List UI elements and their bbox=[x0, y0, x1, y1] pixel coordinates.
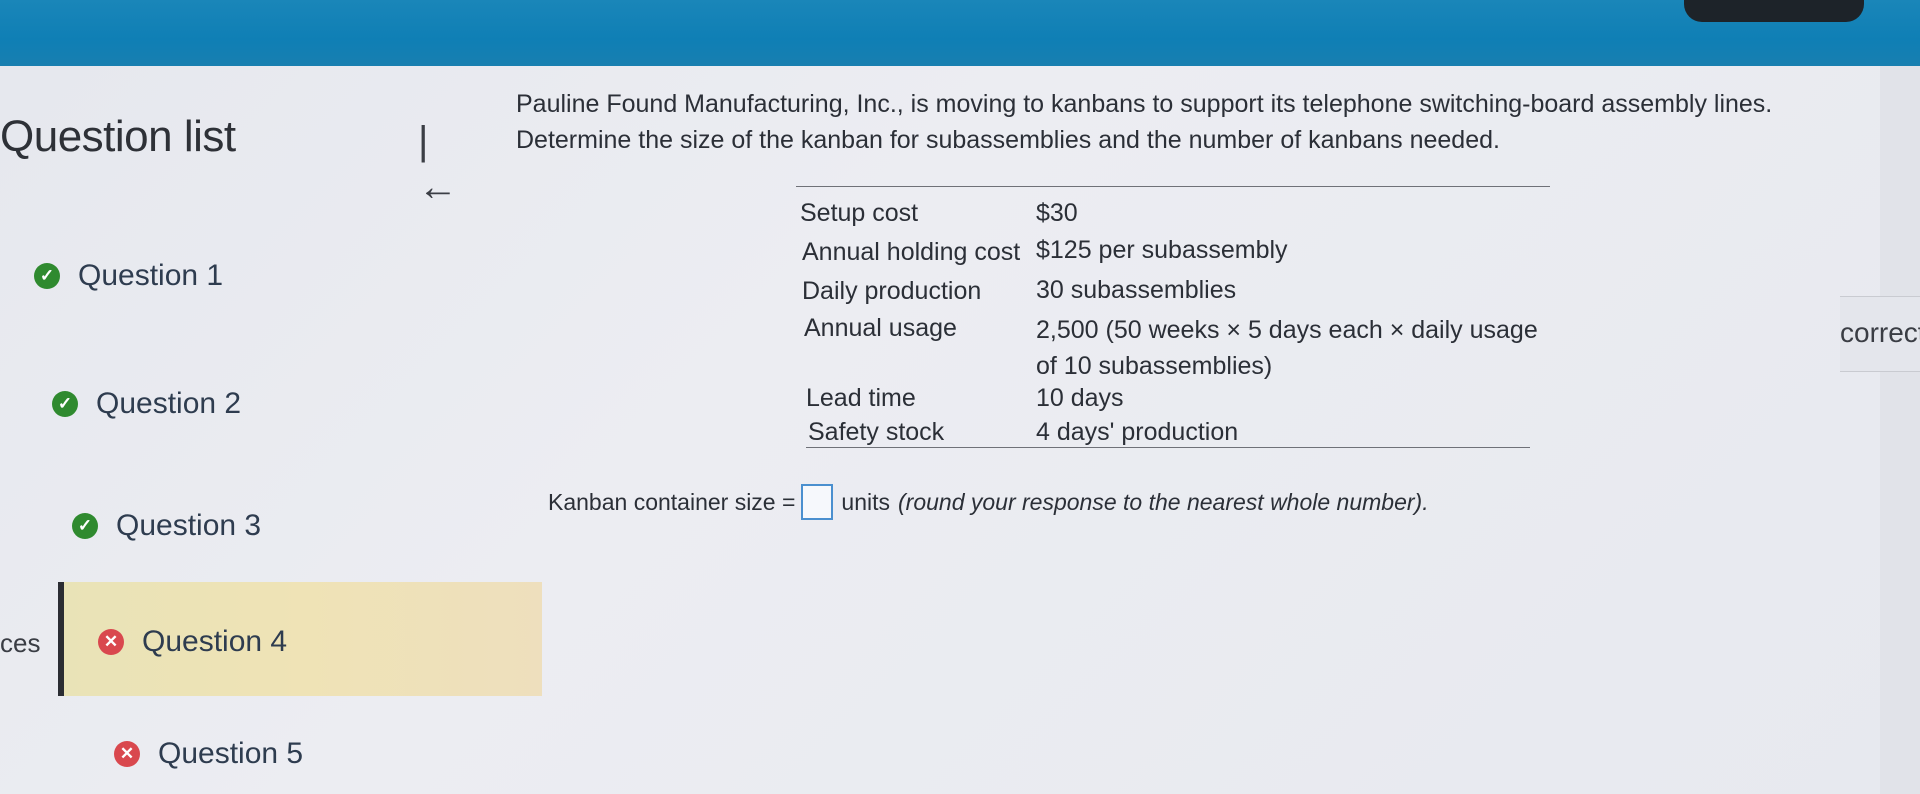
table-value-safety-stock: 4 days' production bbox=[1036, 418, 1239, 446]
check-circle-icon: ✓ bbox=[34, 263, 60, 289]
table-label-lead-time: Lead time bbox=[806, 384, 916, 412]
collapse-sidebar-button[interactable]: |← bbox=[418, 118, 468, 209]
answer-unit: units bbox=[841, 488, 891, 515]
table-value-holding-cost: $125 per subassembly bbox=[1036, 236, 1288, 264]
right-edge-status: correct bbox=[1840, 296, 1920, 372]
kanban-answer-line: Kanban container size = units (round you… bbox=[548, 484, 1429, 520]
annual-usage-line-1: 2,500 (50 weeks × 5 days each × daily us… bbox=[1036, 316, 1538, 344]
sidebar-item-question-3[interactable]: ✓ Question 3 bbox=[72, 506, 261, 546]
question-label: Question 1 bbox=[78, 259, 224, 292]
x-circle-icon: ✕ bbox=[98, 629, 124, 655]
x-circle-icon: ✕ bbox=[114, 741, 140, 767]
annual-usage-line-2: of 10 subassemblies) bbox=[1036, 352, 1273, 380]
table-label-holding-cost: Annual holding cost bbox=[802, 238, 1021, 266]
prompt-line-2: Determine the size of the kanban for sub… bbox=[516, 126, 1500, 154]
table-bottom-rule bbox=[806, 447, 1530, 448]
sidebar-item-question-2[interactable]: ✓ Question 2 bbox=[52, 384, 241, 424]
answer-note: (round your response to the nearest whol… bbox=[898, 488, 1429, 515]
table-top-rule bbox=[796, 186, 1550, 187]
question-label: Question 4 bbox=[142, 625, 288, 658]
table-value-daily-production: 30 subassemblies bbox=[1036, 276, 1237, 304]
answer-prefix: Kanban container size = bbox=[548, 488, 796, 515]
table-label-safety-stock: Safety stock bbox=[808, 418, 945, 446]
question-label: Question 2 bbox=[96, 387, 242, 420]
table-value-annual-usage: 2,500 (50 weeks × 5 days each × daily us… bbox=[1036, 312, 1538, 384]
check-circle-icon: ✓ bbox=[52, 391, 78, 417]
sidebar-item-question-4[interactable]: ✕ Question 4 bbox=[98, 622, 287, 662]
table-value-setup-cost: $30 bbox=[1036, 199, 1078, 227]
kanban-size-input[interactable] bbox=[801, 484, 834, 520]
right-panel-edge bbox=[1880, 66, 1920, 794]
table-label-setup-cost: Setup cost bbox=[800, 199, 919, 227]
partial-left-text: ces bbox=[0, 628, 41, 658]
collapse-left-icon: |← bbox=[418, 119, 458, 209]
table-value-lead-time: 10 days bbox=[1036, 384, 1124, 412]
top-header-bar bbox=[0, 0, 1920, 66]
question-label: Question 5 bbox=[158, 737, 304, 770]
question-label: Question 3 bbox=[116, 509, 262, 542]
question-list-title: Question list bbox=[0, 112, 236, 161]
table-label-daily-production: Daily production bbox=[802, 277, 982, 305]
sidebar-item-question-1[interactable]: ✓ Question 1 bbox=[34, 256, 223, 296]
problem-prompt: Pauline Found Manufacturing, Inc., is mo… bbox=[516, 86, 1816, 158]
check-circle-icon: ✓ bbox=[72, 513, 98, 539]
right-edge-status-text: correct bbox=[1840, 317, 1920, 348]
header-control[interactable] bbox=[1684, 0, 1864, 22]
table-label-annual-usage: Annual usage bbox=[804, 314, 957, 342]
prompt-line-1: Pauline Found Manufacturing, Inc., is mo… bbox=[516, 90, 1773, 118]
sidebar-item-question-5[interactable]: ✕ Question 5 bbox=[114, 734, 303, 774]
